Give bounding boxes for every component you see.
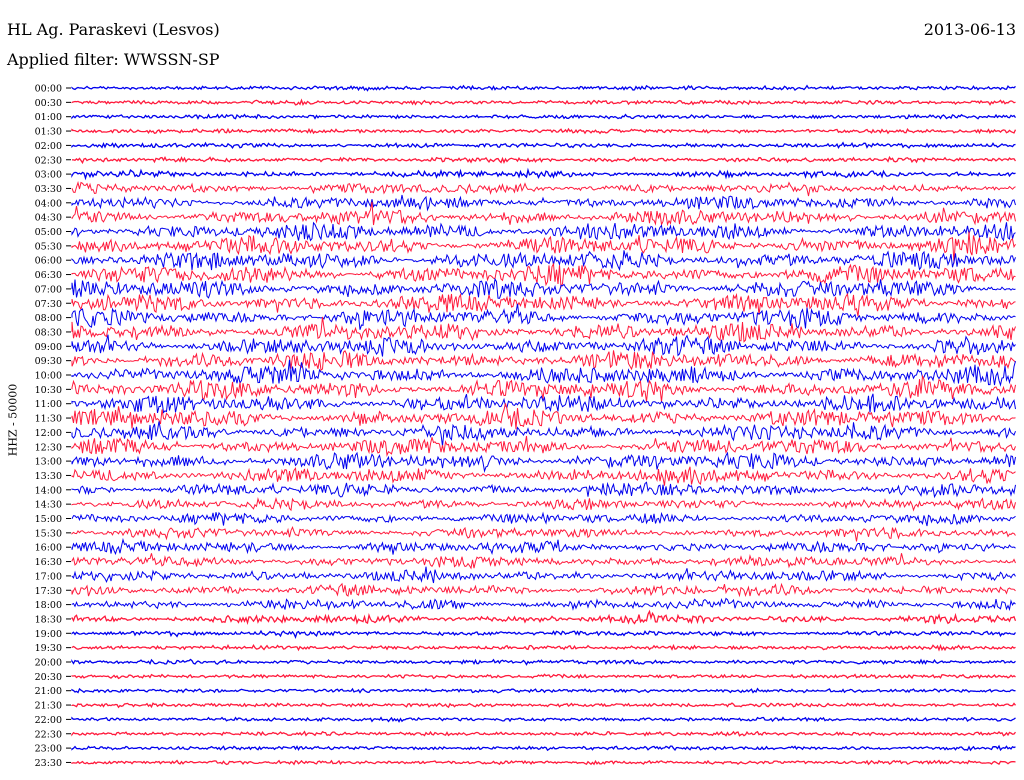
trace-row — [71, 359, 1016, 387]
trace-row — [71, 525, 1016, 542]
trace-row — [71, 155, 1017, 165]
row-label: 17:00 — [35, 571, 62, 582]
trace-row — [71, 277, 1016, 299]
trace-row — [71, 84, 1016, 92]
trace-row — [71, 201, 1016, 227]
row-label: 14:30 — [35, 500, 62, 511]
row-label: 22:00 — [35, 715, 62, 726]
trace-row — [71, 582, 1016, 598]
row-label: 11:30 — [35, 414, 62, 425]
trace-row — [71, 537, 1016, 556]
row-label: 10:30 — [35, 385, 62, 396]
trace-row — [71, 597, 1016, 612]
row-label: 11:00 — [35, 399, 62, 410]
row-label: 22:30 — [35, 729, 62, 740]
trace-row — [71, 481, 1016, 499]
row-label: 01:30 — [35, 127, 62, 138]
row-label: 15:00 — [35, 514, 62, 525]
row-label: 08:30 — [35, 327, 62, 338]
row-label: 05:00 — [35, 227, 62, 238]
trace-row — [71, 421, 1016, 447]
trace-row — [71, 141, 1016, 149]
row-label: 02:00 — [35, 141, 62, 152]
row-label: 09:30 — [35, 356, 62, 367]
row-label: 07:30 — [35, 299, 62, 310]
row-label: 21:30 — [35, 701, 62, 712]
trace-row — [71, 127, 1017, 135]
row-label: 03:30 — [35, 184, 62, 195]
row-label: 13:30 — [35, 471, 62, 482]
trace-row — [71, 98, 1016, 106]
trace-row — [71, 292, 1016, 317]
row-label: 12:30 — [35, 442, 62, 453]
row-label: 15:30 — [35, 528, 62, 539]
trace-row — [71, 466, 1016, 486]
trace-row — [71, 609, 1017, 626]
row-label: 16:00 — [35, 543, 62, 554]
row-label: 23:00 — [35, 744, 62, 755]
trace-row — [71, 113, 1017, 120]
trace-row — [71, 759, 1016, 766]
trace-row — [71, 180, 1016, 197]
row-label: 23:30 — [35, 758, 62, 769]
row-label: 20:00 — [35, 658, 62, 669]
trace-row — [71, 167, 1016, 181]
row-label: 14:00 — [35, 485, 62, 496]
trace-row — [71, 553, 1016, 570]
row-label: 05:30 — [35, 241, 62, 252]
row-label: 06:00 — [35, 256, 62, 267]
trace-row — [71, 303, 1016, 330]
row-label: 16:30 — [35, 557, 62, 568]
trace-row — [71, 716, 1016, 723]
row-label: 12:00 — [35, 428, 62, 439]
row-label: 18:00 — [35, 600, 62, 611]
trace-row — [71, 673, 1016, 680]
trace-row — [71, 643, 1016, 652]
row-label: 19:00 — [35, 629, 62, 640]
trace-row — [71, 451, 1016, 474]
row-label: 06:30 — [35, 270, 62, 281]
trace-row — [71, 374, 1016, 402]
trace-row — [71, 194, 1016, 212]
trace-row — [71, 511, 1016, 527]
trace-row — [71, 744, 1016, 752]
trace-row — [71, 262, 1016, 289]
row-label: 17:30 — [35, 586, 62, 597]
trace-row — [71, 687, 1016, 694]
row-label: 20:30 — [35, 672, 62, 683]
trace-row — [71, 250, 1016, 272]
trace-row — [71, 221, 1016, 242]
trace-row — [71, 349, 1016, 372]
row-label: 02:30 — [35, 155, 62, 166]
row-label: 18:30 — [35, 614, 62, 625]
row-label: 03:00 — [35, 170, 62, 181]
trace-row — [71, 496, 1016, 512]
row-label: 07:00 — [35, 284, 62, 295]
row-label: 13:00 — [35, 457, 62, 468]
trace-row — [71, 334, 1016, 357]
row-label: 00:30 — [35, 98, 62, 109]
trace-row — [71, 658, 1016, 666]
trace-row — [71, 629, 1017, 640]
trace-row — [71, 435, 1016, 457]
row-label: 00:00 — [35, 84, 62, 95]
row-label: 09:00 — [35, 342, 62, 353]
row-label: 21:00 — [35, 686, 62, 697]
row-label: 04:00 — [35, 198, 62, 209]
row-label: 01:00 — [35, 112, 62, 123]
row-label: 04:30 — [35, 213, 62, 224]
trace-row — [71, 702, 1016, 709]
row-label: 19:30 — [35, 643, 62, 654]
helicorder-plot: 00:00 00:30 01:00 01:30 02:00 02:30 03:00 03:30… — [35, 84, 1017, 769]
trace-row — [71, 730, 1017, 737]
trace-row — [71, 566, 1016, 584]
row-label: 10:00 — [35, 371, 62, 382]
row-label: 08:00 — [35, 313, 62, 324]
